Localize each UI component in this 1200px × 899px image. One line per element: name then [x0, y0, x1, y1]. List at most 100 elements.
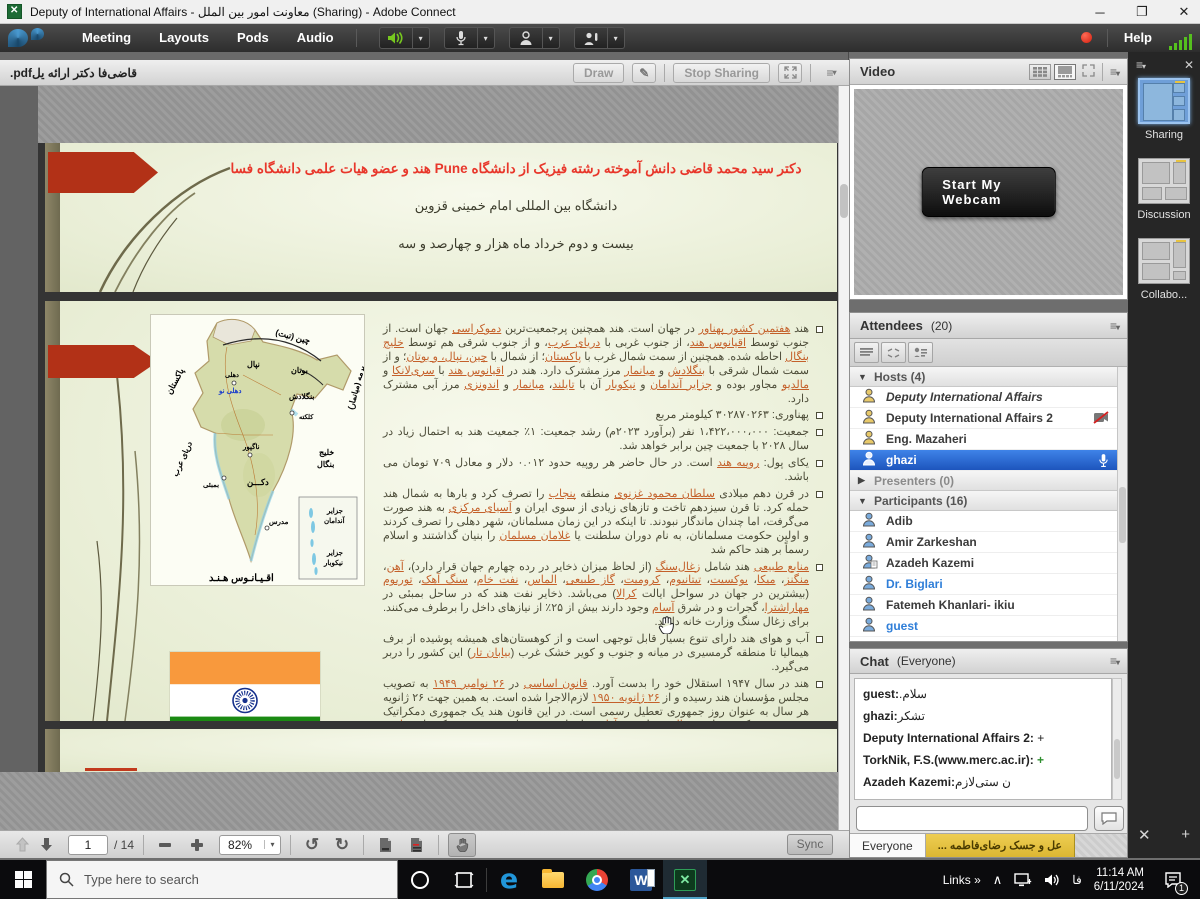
raise-hand-button[interactable] [574, 27, 608, 49]
sync-button[interactable]: Sync [787, 834, 833, 855]
rotate-ccw-icon[interactable]: ↺ [300, 834, 324, 856]
connection-signal-icon[interactable] [1169, 34, 1192, 50]
layout-label-sharing[interactable]: Sharing [1128, 129, 1200, 141]
edge-icon[interactable]: e [487, 860, 531, 899]
layout-delete-icon[interactable]: ✕ [1138, 826, 1151, 844]
mic-button[interactable] [444, 27, 478, 49]
menu-audio[interactable]: Audio [283, 24, 348, 52]
zoom-in-icon[interactable] [185, 834, 209, 856]
layout-thumb-collaboration[interactable] [1138, 238, 1190, 284]
layout-thumb-discussion[interactable] [1138, 158, 1190, 204]
zoom-level-value: 82% [220, 838, 264, 852]
links-toolbar[interactable]: Links » [943, 873, 981, 887]
word-icon[interactable]: W [619, 860, 663, 899]
file-explorer-icon[interactable] [531, 860, 575, 899]
clock-date: 6/11/2024 [1094, 880, 1144, 894]
stop-sharing-button[interactable]: Stop Sharing [673, 63, 770, 83]
menu-layouts[interactable]: Layouts [145, 24, 223, 52]
attendee-section-header[interactable]: ▼Participants (16) [850, 491, 1117, 511]
chat-tab-everyone[interactable]: Everyone [850, 834, 926, 857]
attendee-row[interactable]: guest [850, 616, 1117, 637]
status-caret[interactable]: ▾ [608, 27, 625, 49]
page-down-icon[interactable] [34, 834, 58, 856]
single-page-view-icon[interactable] [373, 834, 397, 856]
cortana-icon[interactable] [398, 860, 442, 899]
hand-tool-button[interactable] [448, 833, 476, 857]
layout-add-icon[interactable]: + [1181, 826, 1190, 844]
draw-button[interactable]: Draw [573, 63, 624, 83]
tray-expand-icon[interactable]: ∧ [993, 872, 1003, 888]
action-center-icon[interactable]: 1 [1156, 860, 1190, 899]
attendee-row[interactable]: Fatemeh Khanlari- ikiu [850, 595, 1117, 616]
layout-thumb-sharing[interactable] [1138, 78, 1190, 124]
attendee-row[interactable]: Eng. Mazaheri [850, 429, 1117, 450]
volume-icon[interactable] [1044, 873, 1060, 887]
help-menu[interactable]: Help [1124, 30, 1152, 45]
attendee-section-header[interactable]: ▶Presenters (0) [850, 471, 1117, 491]
attendee-section-header[interactable]: ▼Hosts (4) [850, 367, 1117, 387]
attendees-scrollbar[interactable] [1117, 367, 1127, 641]
zoom-out-icon[interactable] [153, 834, 177, 856]
chat-scrollbar[interactable] [1112, 678, 1122, 800]
attendees-pod-menu-icon[interactable]: ≡▾ [1110, 319, 1119, 333]
attendee-row[interactable]: Adib [850, 511, 1117, 532]
search-placeholder: Type here to search [84, 872, 199, 887]
task-view-icon[interactable] [442, 860, 486, 899]
layout-bar-close-icon[interactable]: ✕ [1184, 58, 1194, 72]
attendee-row[interactable]: ghazi [850, 450, 1117, 471]
document-scrollbar[interactable] [838, 86, 849, 830]
start-webcam-button[interactable]: Start My Webcam [921, 167, 1056, 217]
attendee-row[interactable]: Amir Zarkeshan [850, 532, 1117, 553]
mic-caret[interactable]: ▾ [478, 27, 495, 49]
layout-bar-menu-icon[interactable]: ≡▾ [1136, 58, 1145, 72]
taskbar-search-box[interactable]: Type here to search [46, 860, 398, 899]
bullet-text: جمعیت: ۱،۴۲۲،۰۰۰،۰۰۰ نفر (برآورد ۲۰۲۳م) … [383, 426, 809, 454]
network-icon[interactable] [1014, 873, 1032, 887]
map-label-arabian-sea: دریای عرب [171, 440, 195, 479]
webcam-button[interactable] [509, 27, 543, 49]
language-indicator[interactable]: فا [1072, 873, 1081, 887]
adobe-connect-taskbar-icon[interactable]: ✕ [663, 860, 707, 899]
attendee-row[interactable]: Dr. Biglari [850, 574, 1117, 595]
menu-meeting[interactable]: Meeting [68, 24, 145, 52]
pointer-tool-icon[interactable]: ✎ [632, 63, 656, 83]
speaker-button[interactable] [379, 27, 413, 49]
video-pod-menu-icon[interactable]: ≡▾ [1110, 65, 1119, 79]
chat-tab-private[interactable]: عل و جسک رضای‌فاطمه ... [926, 834, 1075, 857]
attendee-status-view-icon[interactable] [908, 342, 933, 363]
breakout-view-icon[interactable] [881, 342, 906, 363]
windows-logo-icon [15, 871, 32, 888]
layout-label-discussion[interactable]: Discussion [1128, 209, 1200, 221]
chat-input[interactable] [856, 806, 1088, 831]
taskbar-clock[interactable]: 11:14 AM 6/11/2024 [1094, 866, 1144, 894]
zoom-caret-icon[interactable]: ▾ [264, 840, 280, 849]
webcam-caret[interactable]: ▾ [543, 27, 560, 49]
menu-pods[interactable]: Pods [223, 24, 283, 52]
chat-pod-menu-icon[interactable]: ≡▾ [1110, 654, 1119, 668]
filmstrip-view-icon[interactable] [1054, 64, 1076, 80]
chrome-icon[interactable] [575, 860, 619, 899]
attendee-list-view-icon[interactable] [854, 342, 879, 363]
attendee-row[interactable]: Deputy International Affairs [850, 387, 1117, 408]
zoom-level-dropdown[interactable]: 82% ▾ [219, 835, 281, 855]
share-pod-menu-icon[interactable]: ≡▾ [819, 63, 843, 83]
rotate-cw-icon[interactable]: ↻ [330, 834, 354, 856]
maximize-button[interactable]: ❐ [1134, 4, 1150, 20]
minimize-button[interactable]: ─ [1092, 5, 1108, 20]
page-up-icon[interactable] [10, 834, 34, 856]
attendees-pod-header: Attendees (20) ≡▾ [850, 313, 1127, 339]
page-number-input[interactable] [68, 835, 108, 855]
start-button[interactable] [0, 860, 46, 899]
close-button[interactable]: ✕ [1176, 4, 1192, 20]
continuous-view-icon[interactable] [405, 834, 429, 856]
video-fullscreen-icon[interactable] [1082, 64, 1095, 80]
mic-icon [1098, 453, 1109, 468]
attendee-row[interactable]: Deputy International Affairs 2 [850, 408, 1117, 429]
speaker-caret[interactable]: ▾ [413, 27, 430, 49]
chat-sender: Deputy International Affairs 2: [863, 731, 1034, 745]
fullscreen-icon[interactable] [778, 63, 802, 83]
attendee-row[interactable]: Azadeh Kazemi [850, 553, 1117, 574]
send-message-button[interactable] [1094, 806, 1124, 831]
grid-view-icon[interactable] [1029, 64, 1051, 80]
layout-label-collaboration[interactable]: Collabo... [1128, 289, 1200, 301]
